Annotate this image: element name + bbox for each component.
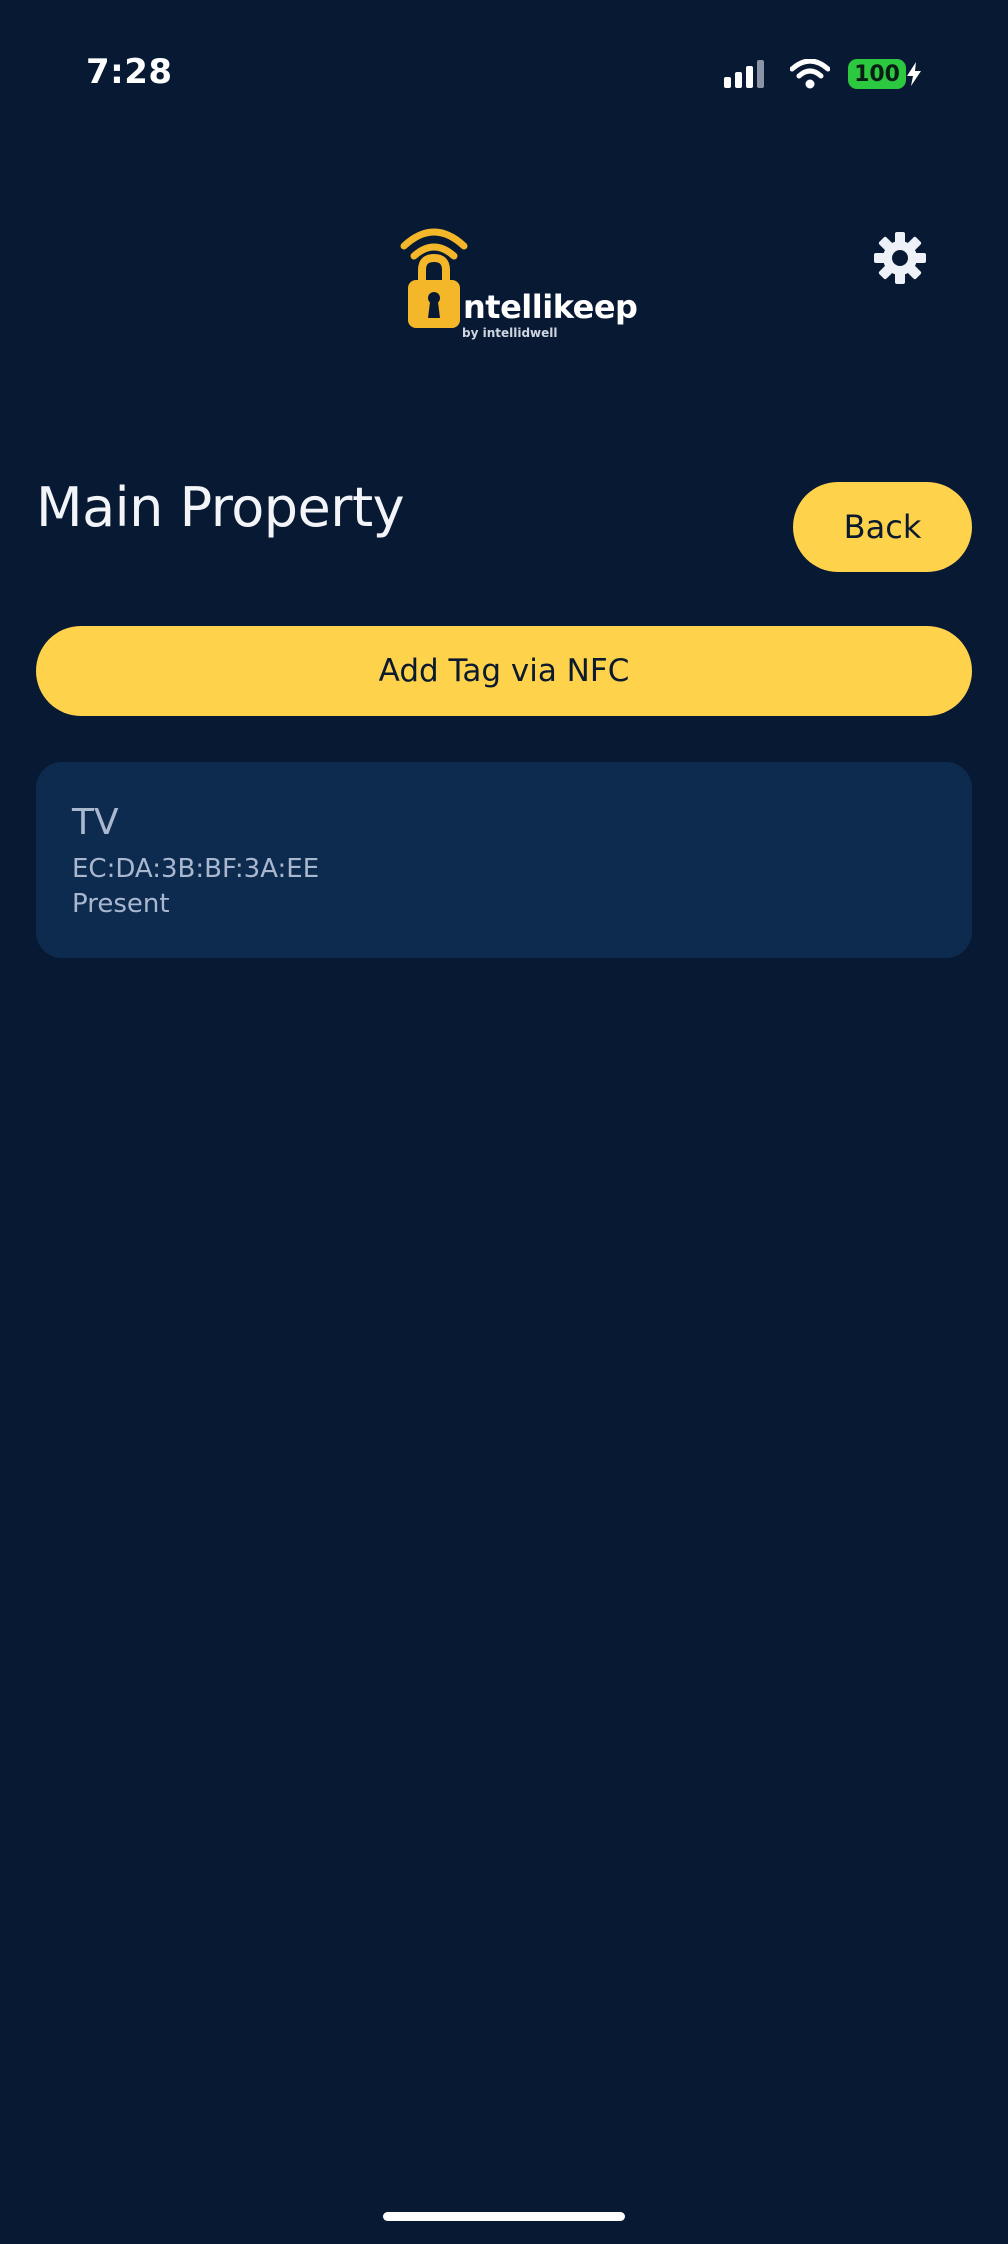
status-time: 7:28: [86, 52, 173, 92]
wifi-icon: [790, 59, 831, 89]
gear-icon: [874, 232, 926, 284]
page-title: Main Property: [36, 476, 405, 539]
home-indicator[interactable]: [383, 2212, 625, 2221]
battery-level: 100: [848, 59, 906, 89]
battery-indicator: 100: [848, 59, 922, 89]
back-button[interactable]: Back: [793, 482, 972, 572]
charging-bolt-icon: [907, 62, 921, 86]
logo-wordmark: ntellikeep: [463, 288, 638, 326]
logo-subtitle: by intellidwell: [462, 326, 558, 340]
add-tag-nfc-button[interactable]: Add Tag via NFC: [36, 626, 972, 716]
tag-card[interactable]: TV EC:DA:3B:BF:3A:EE Present: [36, 762, 972, 958]
status-bar: 7:28 100: [0, 0, 1008, 140]
tag-mac-address: EC:DA:3B:BF:3A:EE: [72, 854, 320, 884]
status-icons: 100: [724, 56, 922, 92]
tag-name: TV: [72, 802, 119, 843]
lock-wifi-logo-icon: [400, 228, 468, 328]
intellikeep-logo: ntellikeep by intellidwell: [400, 222, 638, 342]
tag-status: Present: [72, 889, 170, 919]
app-screen: 7:28 100 ntellikeep by intellidwell Main…: [0, 0, 1008, 2244]
cellular-signal-icon: [724, 60, 765, 88]
settings-button[interactable]: [870, 228, 930, 288]
